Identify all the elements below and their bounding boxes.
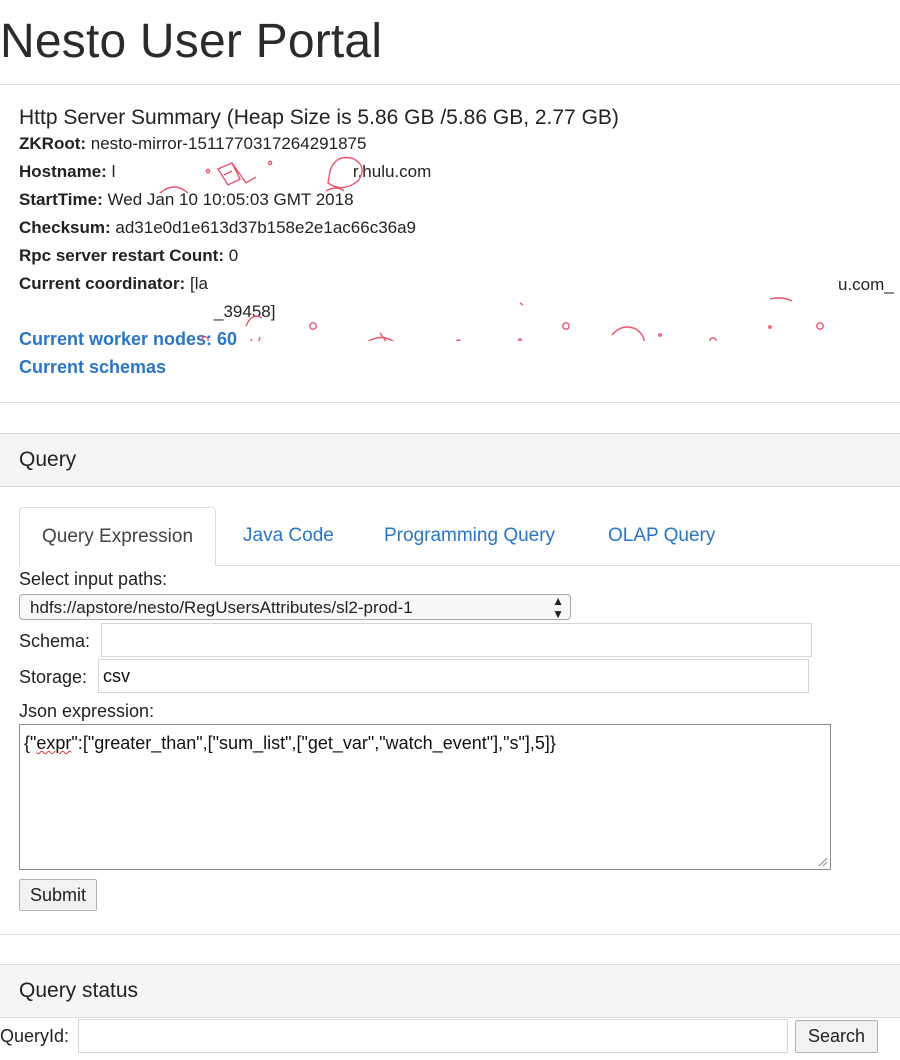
redaction-doodle — [159, 156, 824, 341]
schema-label: Schema: — [19, 631, 91, 651]
tab-query-expression[interactable]: Query Expression — [19, 507, 217, 566]
query-id-input[interactable] — [78, 1019, 788, 1053]
server-summary-panel: Http Server Summary (Heap Size is 5.86 G… — [0, 86, 900, 402]
json-expression-textarea[interactable]: {"expr":["greater_than",["sum_list",["ge… — [19, 724, 831, 870]
json-rest: ":["greater_than",["sum_list",["get_var"… — [71, 733, 556, 753]
updown-arrows-icon: ▲ ▼ — [552, 594, 564, 621]
submit-button[interactable]: Submit — [19, 879, 98, 911]
tab-olap-query[interactable]: OLAP Query — [586, 507, 737, 564]
query-status-title: Query status — [19, 979, 139, 1002]
summary-title: Http Server Summary (Heap Size is 5.86 G… — [19, 106, 619, 129]
query-id-label: QueryId: — [0, 1026, 70, 1046]
schemas-link[interactable]: Current schemas — [19, 357, 166, 378]
search-button[interactable]: Search — [795, 1020, 878, 1053]
storage-label: Storage: — [19, 667, 88, 687]
page-title: Nesto User Portal — [0, 15, 383, 68]
query-tabs: Query Expression Java Code Programming Q… — [19, 507, 900, 566]
summary-divider — [0, 402, 900, 403]
input-paths-selected: hdfs://apstore/nesto/RegUsersAttributes/… — [30, 598, 413, 617]
resize-grip-icon[interactable] — [818, 857, 828, 867]
json-expression-label: Json expression: — [19, 701, 155, 721]
input-paths-select[interactable]: hdfs://apstore/nesto/RegUsersAttributes/… — [19, 594, 571, 621]
schema-input[interactable] — [101, 623, 812, 657]
storage-input[interactable] — [98, 659, 809, 693]
input-paths-label: Select input paths: — [19, 569, 168, 589]
query-status-header: Query status — [0, 964, 900, 1018]
query-divider — [0, 934, 900, 935]
title-divider — [0, 84, 900, 85]
tab-java-code[interactable]: Java Code — [221, 507, 356, 564]
tab-programming-query[interactable]: Programming Query — [362, 507, 577, 564]
json-key-misspelled: expr — [36, 733, 72, 753]
json-prefix: {" — [24, 733, 37, 753]
query-panel-header: Query — [0, 433, 900, 487]
query-panel-title: Query — [19, 448, 77, 471]
